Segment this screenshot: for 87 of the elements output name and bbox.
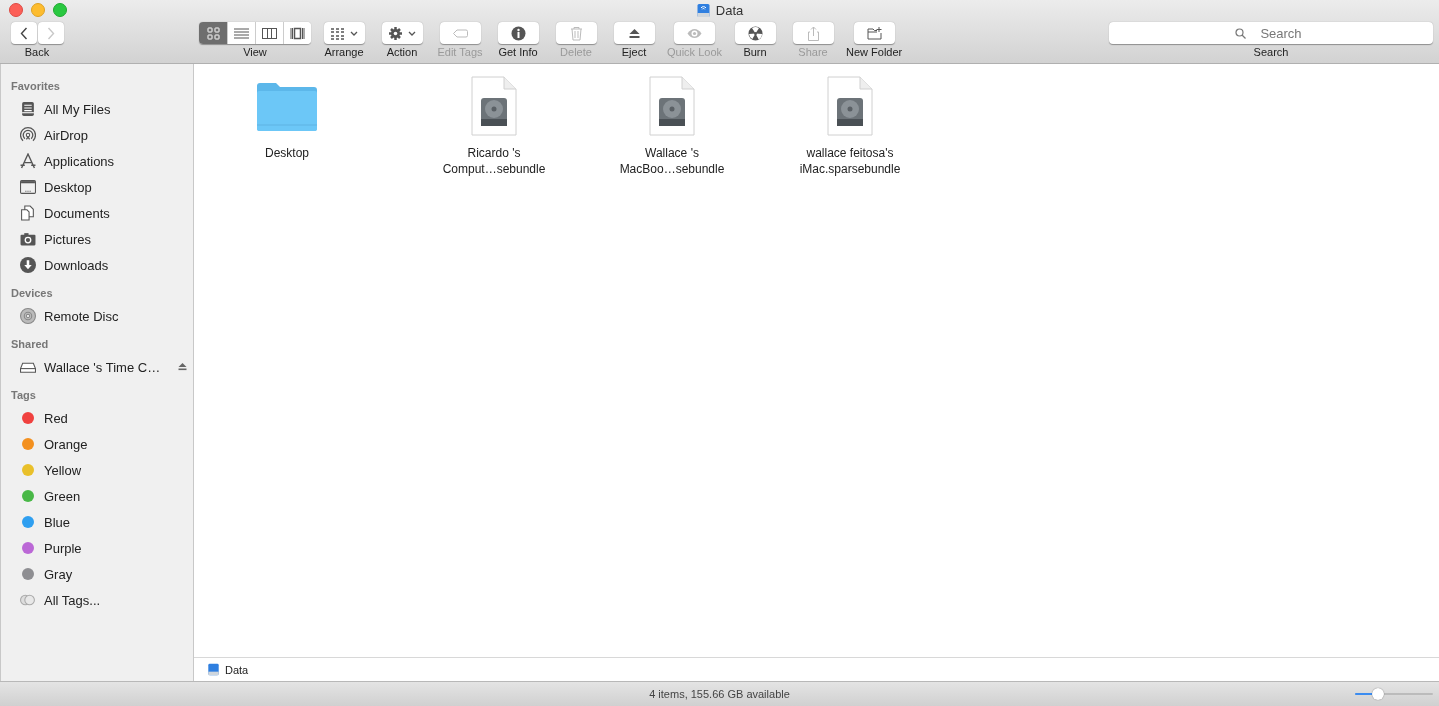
sidebar-item[interactable]: Applications [1,148,193,174]
toolbar-label: Eject [621,46,647,59]
sidebar-item[interactable]: Yellow [1,457,193,483]
section-heading: Shared [10,337,50,351]
toolbar-button[interactable] [323,22,365,44]
sidebar-item[interactable]: Desktop [1,174,193,200]
caret-icon [350,30,358,36]
file-name[interactable]: wallace feitosa's iMac.sparsebundle [797,145,903,177]
new-folder-icon [866,25,882,41]
zoom-button[interactable] [53,3,67,17]
chevron-left-icon [19,26,28,40]
radiation-icon [747,25,763,41]
toolbar-button[interactable] [734,22,776,44]
trash-icon [568,25,584,41]
sidebar-item[interactable]: AirDrop [1,122,193,148]
sidebar-item[interactable]: Downloads [1,252,193,278]
section-heading: Favorites [10,79,61,93]
section-heading: Tags [10,388,37,402]
applications-icon [20,153,36,169]
file-name[interactable]: Wallace 's MacBoo…sebundle [619,145,725,177]
documents-icon [20,205,36,221]
disk-image-file-icon [648,76,696,136]
toolbar-label: Share [798,46,828,59]
sidebar-item[interactable]: All My Files [1,96,193,122]
sidebar-item[interactable]: Red [1,405,193,431]
download-icon [20,257,36,273]
toolbar-label: Arrange [324,46,364,59]
toolbar-label: Action [386,46,418,59]
sidebar-item[interactable]: All Tags... [1,587,193,613]
sidebar-item[interactable]: Purple [1,535,193,561]
icon-grid-icon [205,25,221,41]
drive-icon [207,663,220,676]
path-item[interactable]: Data [225,663,249,676]
window-title: Data [715,2,744,18]
toolbar-label: Edit Tags [437,46,483,59]
toolbar-button[interactable] [381,22,423,44]
disk-image-file-icon [470,76,518,136]
airdrop-icon [20,127,36,143]
toolbar-label: Quick Look [667,46,723,59]
folder-icon [256,81,318,131]
eject-icon[interactable] [178,363,187,371]
toolbar-label: Get Info [498,46,538,59]
camera-icon [20,231,36,247]
info-icon [510,25,526,41]
zoom-slider[interactable] [1355,689,1433,699]
cover-flow-icon [290,25,305,41]
columns-icon [262,25,277,41]
chevron-right-icon [46,26,55,40]
sidebar-item[interactable]: Documents [1,200,193,226]
toolbar-label: Burn [743,46,767,59]
share-icon [805,25,821,41]
file-name[interactable]: Ricardo 's Comput…sebundle [441,145,547,177]
sidebar-item[interactable]: Blue [1,509,193,535]
toolbar-label: New Folder [846,46,903,59]
view-mode-button[interactable] [283,22,311,44]
toolbar-label: Delete [560,46,592,59]
view-mode-button[interactable] [255,22,283,44]
sidebar-item[interactable]: Pictures [1,226,193,252]
toolbar-label: View [243,46,267,59]
file-stack-icon [20,101,36,117]
toolbar-label: Search [1253,46,1289,59]
list-icon [234,25,249,41]
desktop-icon [20,179,36,195]
close-button[interactable] [9,3,23,17]
search-field[interactable]: Search [1109,22,1433,44]
drive-icon [695,2,711,18]
caret-icon [408,30,416,36]
sidebar-item[interactable]: Wallace 's Time C… [1,354,193,380]
search-icon [1235,28,1246,39]
status-text: 4 items, 155.66 GB available [649,688,790,700]
grid-icon [330,25,345,41]
gear-icon [388,25,403,41]
section-heading: Devices [10,286,54,300]
back-button[interactable] [10,22,37,44]
view-mode-button[interactable] [199,22,227,44]
disk-image-file-icon [826,76,874,136]
tags-icon [20,592,36,608]
toolbar-label: Back [24,46,50,59]
sidebar-item[interactable]: Orange [1,431,193,457]
toolbar-button[interactable] [497,22,539,44]
sidebar-item[interactable]: Remote Disc [1,303,193,329]
sidebar-item[interactable]: Gray [1,561,193,587]
minimize-button[interactable] [31,3,45,17]
disc-icon [20,308,36,324]
toolbar-button[interactable] [613,22,655,44]
sidebar-item[interactable]: Green [1,483,193,509]
file-name[interactable]: Desktop [265,145,309,161]
